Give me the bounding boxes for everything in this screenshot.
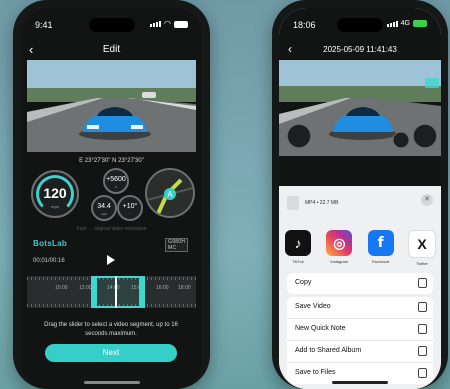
share-apps-row: ♪ TikTok ◎ Instagram f Facebook X Twitte… (283, 230, 437, 266)
app-label: Instagram (330, 259, 349, 264)
tick-label: 12:00 (79, 285, 92, 291)
share-sheet: MP4 • 22.7 MB ✕ ♪ TikTok ◎ Instagram f F… (279, 186, 441, 389)
tick-label: 16:00 (156, 285, 169, 291)
dynamic-island (337, 18, 383, 32)
video-preview[interactable] (279, 60, 441, 156)
app-label: TikTok (292, 259, 304, 264)
map-gauge: A (145, 168, 195, 218)
dynamic-island (88, 18, 135, 32)
action-label: Save Video (295, 303, 331, 310)
speed-gauge: 120 mph (31, 170, 79, 218)
page-title: Edit (102, 44, 121, 55)
gps-coordinates: E 23°27'30" N 23°27'30" (79, 158, 144, 164)
map-marker: A (167, 190, 173, 199)
brand-logo: BotsLab G980H MC (33, 238, 189, 252)
play-icon[interactable] (107, 255, 115, 265)
video-timestamp-title: 2025-05-09 11:41:43 (323, 45, 397, 54)
altitude-unit: ft (115, 185, 117, 189)
status-icons: ◠ (150, 20, 188, 28)
incline-gauge: +10° ° (117, 195, 143, 221)
action-label: Copy (295, 279, 312, 286)
action-group-copy: Copy (287, 273, 433, 294)
altitude-gauge: +5600 ft (103, 168, 129, 194)
app-label: Facebook (371, 259, 390, 264)
add-to-shared-album-action[interactable]: Add to Shared Album (287, 341, 433, 363)
action-group-save: Save Video New Quick Note Add to Shared … (287, 297, 433, 384)
tick-label: 10:00 (55, 285, 68, 291)
action-label: Save to Files (295, 369, 336, 376)
share-app-facebook[interactable]: f Facebook (366, 230, 396, 266)
share-screen: 18:06 4G ‹ 2025-05-09 11:41:43 MP4 • 22.… (279, 8, 441, 389)
signal-icon (386, 20, 398, 27)
copy-icon (418, 278, 427, 288)
avg-speed-gauge: 34.4 mph (91, 195, 117, 221)
battery-icon (174, 20, 188, 28)
edit-screen: 9:41 ◠ ‹ Edit E 23°27'30" N 23°27'30" 12… (21, 8, 202, 389)
shared-album-icon (418, 346, 427, 356)
timecode: 00:01/00:16 (33, 258, 65, 264)
home-indicator (83, 381, 140, 384)
playhead[interactable] (115, 276, 117, 308)
model-tag: G980H MC (165, 238, 189, 252)
road-scene-image (279, 60, 441, 156)
next-button[interactable]: Next (45, 344, 177, 362)
wifi-icon: ◠ (164, 19, 171, 28)
video-timeline[interactable]: 10:00 12:00 14:00 15:00 16:00 18:00 (27, 276, 196, 308)
battery-icon (413, 20, 427, 27)
right-phone: 18:06 4G ‹ 2025-05-09 11:41:43 MP4 • 22.… (272, 0, 448, 389)
status-icons: 4G (386, 20, 427, 27)
speed-unit: mph (51, 204, 59, 209)
close-icon[interactable]: ✕ (421, 194, 433, 206)
save-icon (418, 302, 427, 312)
facebook-icon: f (367, 230, 394, 256)
resolution-note: Fast → original video resolution (76, 226, 147, 232)
action-label: New Quick Note (295, 325, 346, 332)
app-label: Twitter (416, 261, 428, 266)
quick-note-icon (418, 324, 427, 334)
save-video-action[interactable]: Save Video (287, 297, 433, 319)
instagram-icon: ◎ (326, 230, 353, 256)
brand-name: BotsLab (33, 239, 68, 248)
end-handle[interactable] (139, 276, 145, 308)
folder-icon (418, 368, 427, 378)
speed-value: 120 (43, 185, 67, 201)
tick-label: 18:00 (178, 285, 191, 291)
left-phone: 9:41 ◠ ‹ Edit E 23°27'30" N 23°27'30" 12… (13, 0, 210, 389)
avg-speed-unit: mph (101, 212, 107, 216)
video-preview[interactable] (27, 60, 196, 152)
status-time: 9:41 (35, 20, 53, 30)
share-app-instagram[interactable]: ◎ Instagram (324, 230, 354, 266)
file-info: MP4 • 22.7 MB (305, 200, 339, 206)
incline-unit: ° (129, 212, 131, 216)
share-app-twitter[interactable]: X Twitter (407, 230, 437, 266)
altitude-value: +5600 (106, 176, 126, 183)
action-label: Add to Shared Album (295, 347, 362, 354)
x-icon: X (407, 230, 436, 258)
home-indicator (332, 381, 388, 384)
copy-action[interactable]: Copy (287, 273, 433, 294)
file-icon (287, 196, 299, 210)
road-scene-image (27, 60, 196, 152)
route-map-icon: A (147, 178, 193, 216)
start-handle[interactable] (91, 276, 97, 308)
incline-value: +10° (122, 203, 138, 210)
instruction-text: Drag the slider to select a video segmen… (44, 322, 178, 337)
network-type: 4G (400, 20, 410, 27)
avg-speed-value: 34.4 (97, 203, 111, 210)
tiktok-icon: ♪ (285, 230, 311, 256)
signal-icon (150, 21, 162, 27)
share-app-tiktok[interactable]: ♪ TikTok (283, 230, 313, 266)
new-quick-note-action[interactable]: New Quick Note (287, 319, 433, 341)
status-time: 18:06 (293, 20, 316, 30)
segment-selection[interactable] (91, 276, 145, 308)
